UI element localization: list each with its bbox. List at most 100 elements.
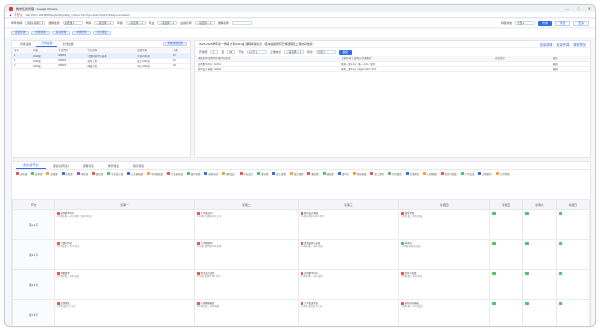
maximize-icon[interactable]: □ (577, 6, 579, 11)
filter-select-major[interactable]: —请选择— ▾ (157, 21, 178, 25)
add-course-icon[interactable] (492, 242, 496, 246)
legend-item[interactable]: 学科基础课 (146, 172, 163, 176)
timetable-cell[interactable] (522, 209, 557, 240)
tab-pending[interactable]: 待排班级 (15, 42, 36, 47)
add-course-icon[interactable] (492, 272, 496, 276)
legend-item[interactable]: 高等数学 (478, 172, 492, 176)
course-card[interactable]: 程序设计实验 2-16周 机房B-105 李华 (197, 272, 295, 279)
tab-timetable-2[interactable]: 课程列表 (76, 164, 101, 169)
legend-item[interactable]: 心理健康 (423, 172, 437, 176)
add-course-icon[interactable] (525, 242, 529, 246)
confirm-button[interactable]: 确定 (338, 49, 353, 55)
legend-item[interactable]: 双学位 (337, 172, 349, 176)
legend-item[interactable]: 理论课 (257, 172, 268, 176)
week-select[interactable]: 全部 ▾ (315, 50, 336, 54)
legend-item[interactable]: 公共基础课 (126, 172, 143, 176)
course-card[interactable]: 高等数学A(1) 1-16周 教一-101 张明 计科2401班 (57, 212, 192, 219)
legend-item[interactable]: 混合课程 (289, 172, 303, 176)
filter-input-course[interactable] (231, 21, 252, 25)
filter-select-status[interactable]: 全部 ▾ (515, 21, 536, 25)
timetable-cell[interactable] (522, 269, 557, 300)
filter-select-nature[interactable]: 必修课 ▾ (62, 21, 83, 25)
course-card[interactable]: 线性代数 1-8周 教二-305 赵强 (401, 212, 487, 219)
add-course-icon[interactable] (558, 212, 563, 216)
legend-item[interactable]: 第二课堂 (370, 172, 384, 176)
add-course-icon[interactable] (492, 212, 496, 216)
edit-link[interactable]: 编辑 (549, 66, 590, 72)
legend-item[interactable]: 大学物理 (495, 172, 509, 176)
tab-scheduled[interactable]: 已排班级 (36, 41, 58, 47)
batch-schedule-button[interactable]: 批量排课 (11, 31, 30, 35)
course-card[interactable]: 心理健康教育 9-16周 教三-105 林静 (197, 302, 295, 309)
legend-item[interactable]: 创新创业 (204, 172, 218, 176)
minimize-icon[interactable]: — (565, 6, 569, 11)
course-card[interactable]: 高等数学A(1) 1-16周 教一-101 张明 (300, 272, 397, 279)
add-course-icon[interactable] (525, 302, 529, 306)
batch-stop-link[interactable]: 批量停课 (557, 42, 570, 47)
legend-item[interactable]: 劳动教育 (388, 172, 402, 176)
timetable-cell[interactable]: 大学物理(1) 1-16周 理学楼-102 陈刚 (194, 239, 299, 270)
legend-item[interactable]: 重修课 (307, 172, 319, 176)
timetable-cell[interactable] (555, 239, 591, 270)
add-course-icon[interactable] (558, 272, 563, 276)
timetable-cell[interactable]: 离散数学 1-16周 教二-108 吴敏 (53, 269, 196, 300)
legend-item[interactable]: 体育课 (76, 172, 88, 176)
tab-timetable-1[interactable]: 课表(按周次) (46, 164, 76, 169)
course-card[interactable]: 形势与政策 5-8周 教三-201 郑伟 (401, 272, 487, 279)
timetable-cell[interactable] (489, 209, 524, 240)
timetable-cell[interactable]: 体育(1) 1-16周 体育馆 周杰 (398, 239, 491, 270)
legend-item[interactable]: 毕业设计 (239, 172, 253, 176)
legend-item[interactable]: 素质拓展 (352, 172, 366, 176)
timetable-cell[interactable]: 线性代数 1-8周 教二-305 赵强 (398, 209, 491, 240)
timetable-cell[interactable] (555, 299, 591, 326)
add-course-icon[interactable] (525, 272, 529, 276)
view-result-button[interactable]: 查看排课结果 (163, 42, 187, 46)
legend-item[interactable]: 专业选修课 (166, 172, 183, 176)
add-course-icon[interactable] (558, 302, 563, 306)
timetable-cell[interactable] (489, 269, 524, 300)
tab-all[interactable]: 全部班级 (57, 42, 78, 47)
close-icon[interactable]: ✕ (588, 6, 591, 11)
timetable-cell[interactable] (522, 299, 557, 326)
timetable-cell[interactable]: 计算机导论 1-12周 教一-204 刘洋 (53, 239, 196, 270)
course-card[interactable]: 大学英语听说 1-16周 语音室-3 王芳 (300, 302, 397, 309)
location-select[interactable]: —请选择— ▾ (284, 50, 305, 54)
timetable-cell[interactable]: 大学英语听说 1-16周 语音室-3 王芳 (297, 299, 400, 326)
course-card[interactable]: 思想道德与法治 1-16周 教三-401 孙丽 (300, 242, 397, 249)
legend-item[interactable]: 形势与政策 (440, 172, 457, 176)
legend-item[interactable]: 专业核心课 (107, 172, 123, 176)
filter-select-class[interactable]: —请选择— ▾ (194, 21, 215, 25)
timetable-cell[interactable] (555, 269, 591, 300)
timetable-cell[interactable] (522, 239, 557, 270)
course-card[interactable]: 大学物理(1) 1-16周 理学楼-102 陈刚 (197, 242, 295, 249)
add-course-icon[interactable] (492, 302, 496, 306)
week-start-input[interactable]: 1 (210, 50, 219, 54)
reset-button[interactable]: 重置 (554, 20, 571, 26)
course-card[interactable]: 离散数学 1-16周 教二-108 吴敏 (57, 272, 192, 279)
legend-item[interactable]: 通识课 (91, 172, 103, 176)
timetable-cell[interactable] (489, 299, 524, 326)
legend-item[interactable]: 必修课 (16, 172, 27, 176)
legend-item[interactable]: 课程设计 (221, 172, 236, 176)
timetable-cell[interactable]: 心理健康教育 9-16周 教三-105 林静 (194, 299, 299, 326)
legend-item[interactable]: 集中实践 (186, 172, 200, 176)
course-card[interactable]: 程序设计基础 1-16周 机房A-203 李华 (300, 212, 397, 219)
course-card[interactable]: 军事理论 1-8周 报告厅 马军 (57, 302, 192, 309)
tab-timetable-4[interactable]: 教室课表 (126, 164, 151, 169)
search-button[interactable]: 查询 (538, 20, 552, 26)
course-card[interactable]: 创新创业基础 1-8周 教一-301 黄磊 (401, 302, 487, 309)
timetable-cell[interactable] (555, 209, 591, 240)
week-end-input[interactable]: 18 (227, 50, 236, 54)
url-text[interactable]: 192.168.1.186:8080/jwglxt/kbgl/kbgl_cxKb… (25, 13, 129, 17)
course-card[interactable]: 大学英语(1) 1-16周 外语楼-201 王芳 (197, 212, 295, 219)
course-card[interactable]: 计算机导论 1-12周 教一-204 刘洋 (57, 242, 192, 249)
timetable-cell[interactable]: 程序设计实验 2-16周 机房B-105 李华 (194, 269, 299, 300)
filter-select-grade[interactable]: —请选择— ▾ (125, 21, 146, 25)
table-cell[interactable]: 星期三第3-4节 / 机房A-203 / 李华 (338, 66, 492, 72)
timetable-cell[interactable]: 高等数学A(1) 1-16周 教一-101 张明 (297, 269, 400, 300)
course-card[interactable]: 体育(1) 1-16周 体育馆 周杰 (401, 242, 487, 249)
filter-select-term[interactable]: 2024-2025 - 1 (25, 21, 46, 25)
timetable-cell[interactable]: 创新创业基础 1-8周 教一-301 黄磊 (398, 299, 491, 326)
legend-item[interactable]: 线上课程 (272, 172, 286, 176)
period-select[interactable]: 1-2节 ▾ (246, 50, 267, 54)
